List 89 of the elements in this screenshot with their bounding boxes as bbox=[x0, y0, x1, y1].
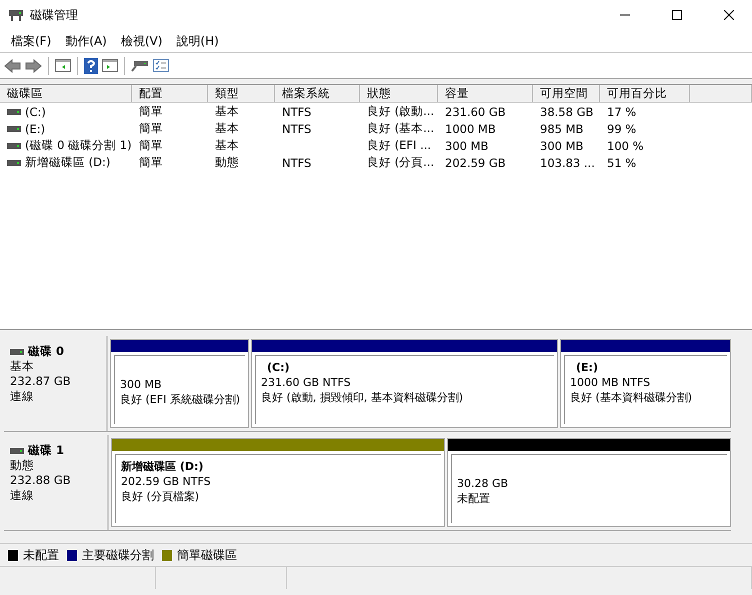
drive-icon bbox=[7, 142, 21, 148]
partition-size: 300 MB bbox=[120, 377, 163, 392]
table-cell: 17 % bbox=[607, 104, 636, 118]
table-cell: 基本 bbox=[215, 138, 239, 153]
partition-block[interactable]: (E:) 1000 MB NTFS 良好 (基本資料磁碟分割) bbox=[560, 339, 731, 428]
help-icon[interactable] bbox=[84, 58, 98, 74]
partition-status: 未配置 bbox=[457, 491, 491, 506]
back-arrow-icon[interactable] bbox=[4, 58, 21, 72]
table-cell: 良好 (EFI ... bbox=[367, 138, 432, 153]
disk-size: 232.88 GB bbox=[10, 473, 72, 488]
forward-arrow-icon[interactable] bbox=[25, 58, 42, 72]
table-cell: 簡單 bbox=[139, 121, 163, 136]
table-cell: 100 % bbox=[607, 138, 644, 152]
column-header[interactable]: 可用空間 bbox=[533, 85, 600, 102]
partition-block[interactable]: 300 MB 良好 (EFI 系統磁碟分割) bbox=[110, 339, 249, 428]
partition-block[interactable]: 30.28 GB 未配置 bbox=[447, 438, 731, 527]
drive-connect-icon[interactable] bbox=[131, 60, 149, 72]
disk-name: 磁碟 0 bbox=[28, 344, 64, 359]
partition-size: 231.60 GB NTFS bbox=[261, 375, 352, 390]
partition-title: (C:) bbox=[266, 360, 291, 375]
table-cell: 良好 (啟動... bbox=[367, 104, 434, 119]
legend-label: 主要磁碟分割 bbox=[82, 546, 154, 564]
table-cell: 51 % bbox=[607, 156, 636, 170]
partition-title: 新增磁碟區 (D:) bbox=[121, 459, 204, 474]
partition-block[interactable]: 新增磁碟區 (D:) 202.59 GB NTFS 良好 (分頁檔案) bbox=[111, 438, 445, 527]
partition-status: 良好 (EFI 系統磁碟分割) bbox=[120, 392, 242, 407]
console-tree-icon[interactable] bbox=[55, 59, 71, 72]
table-cell: 99 % bbox=[607, 122, 636, 136]
table-cell: NTFS bbox=[282, 122, 312, 136]
menu-item[interactable]: 檔案(F) bbox=[4, 32, 58, 50]
table-cell: 新增磁碟區 (D:) bbox=[25, 155, 110, 170]
partition-status: 良好 (啟動, 損毀傾印, 基本資料磁碟分割) bbox=[261, 390, 464, 405]
table-cell: 231.60 GB bbox=[445, 104, 506, 118]
column-header[interactable]: 類型 bbox=[208, 85, 275, 102]
action-pane-icon[interactable] bbox=[102, 59, 118, 72]
table-cell: 300 MB bbox=[540, 138, 584, 152]
table-cell: 103.83 ... bbox=[540, 156, 595, 170]
window-title: 磁碟管理 bbox=[30, 6, 79, 24]
legend-label: 簡單磁碟區 bbox=[177, 546, 237, 564]
table-cell: 動態 bbox=[215, 155, 239, 170]
table-cell: NTFS bbox=[282, 156, 312, 170]
drive-icon bbox=[10, 448, 24, 454]
table-cell: 簡單 bbox=[139, 138, 163, 153]
menu-item[interactable]: 檢視(V) bbox=[114, 32, 170, 50]
table-cell: 基本 bbox=[215, 121, 239, 136]
table-cell: 簡單 bbox=[139, 104, 163, 119]
table-cell: NTFS bbox=[282, 104, 312, 118]
table-cell: 1000 MB bbox=[445, 122, 496, 136]
disk-size: 232.87 GB bbox=[10, 374, 72, 389]
partition-title: (E:) bbox=[575, 360, 599, 375]
partition-size: 1000 MB NTFS bbox=[570, 375, 652, 390]
menu-item[interactable]: 說明(H) bbox=[169, 32, 226, 50]
table-cell: (C:) bbox=[25, 104, 46, 118]
disk-name: 磁碟 1 bbox=[28, 443, 64, 458]
close-icon bbox=[724, 10, 734, 20]
disk-status: 連線 bbox=[10, 488, 35, 503]
column-header[interactable]: 容量 bbox=[438, 85, 533, 102]
column-header[interactable]: 磁碟區 bbox=[0, 85, 132, 102]
legend-label: 未配置 bbox=[23, 546, 59, 564]
column-header[interactable]: 可用百分比 bbox=[600, 85, 690, 102]
checklist-icon[interactable] bbox=[153, 59, 169, 72]
partition-size: 202.59 GB NTFS bbox=[121, 474, 212, 489]
disk-type: 動態 bbox=[10, 458, 35, 473]
table-cell: 202.59 GB bbox=[445, 156, 506, 170]
column-header[interactable]: 狀態 bbox=[360, 85, 438, 102]
table-cell: 良好 (基本... bbox=[367, 121, 434, 136]
partition-status: 良好 (基本資料磁碟分割) bbox=[570, 390, 694, 405]
table-cell: 300 MB bbox=[445, 138, 488, 152]
drive-icon bbox=[10, 348, 24, 354]
table-cell: 985 MB bbox=[540, 122, 584, 136]
maximize-icon bbox=[672, 10, 682, 20]
column-header[interactable]: 配置 bbox=[132, 85, 208, 102]
table-cell: 簡單 bbox=[139, 155, 163, 170]
partition-size: 30.28 GB bbox=[457, 476, 510, 491]
table-cell: 基本 bbox=[215, 104, 239, 119]
drive-icon bbox=[7, 160, 21, 166]
table-cell: (E:) bbox=[25, 122, 46, 136]
table-cell: 38.58 GB bbox=[540, 104, 594, 118]
menu-item[interactable]: 動作(A) bbox=[58, 32, 114, 50]
table-cell: 良好 (分頁... bbox=[367, 155, 434, 170]
partition-block[interactable]: (C:) 231.60 GB NTFS 良好 (啟動, 損毀傾印, 基本資料磁碟分割) bbox=[251, 339, 558, 428]
drive-icon bbox=[7, 126, 21, 132]
disk-type: 基本 bbox=[10, 359, 35, 374]
partition-status: 良好 (分頁檔案) bbox=[121, 489, 200, 504]
table-cell: (磁碟 0 磁碟分割 1) bbox=[25, 138, 132, 153]
disk-management-icon bbox=[8, 8, 24, 22]
drive-icon bbox=[7, 108, 21, 114]
column-header[interactable]: 檔案系統 bbox=[275, 85, 360, 102]
disk-status: 連線 bbox=[10, 389, 35, 404]
